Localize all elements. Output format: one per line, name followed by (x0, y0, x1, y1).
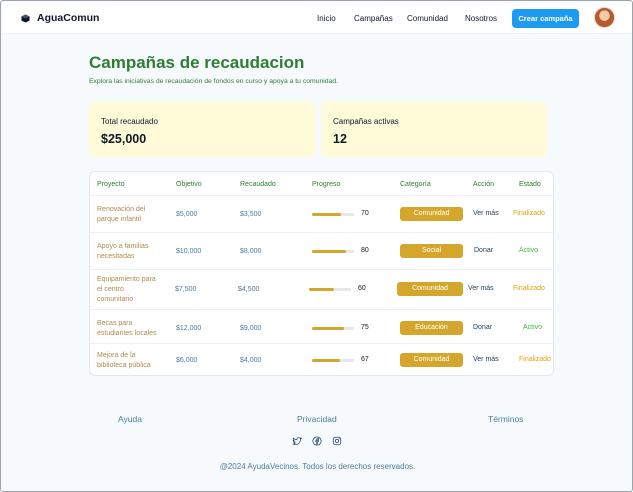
view-more-link[interactable]: Ver más (468, 285, 494, 292)
progress-bar-fill (309, 288, 335, 291)
progress-bar (312, 250, 354, 253)
project-name: Mejora de la biblioteca pública (97, 352, 151, 369)
raised-amount: $4,000 (240, 357, 262, 364)
goal-amount: $7,500 (175, 286, 197, 293)
donate-link[interactable]: Donar (473, 324, 492, 331)
stat-label: Total recaudado (101, 117, 158, 126)
category-badge: Comunidad (397, 282, 463, 296)
table-row: Becas para estudiantes locales $12,000 $9… (90, 309, 553, 346)
raised-amount: $9,000 (240, 325, 262, 332)
copyright-text: @2024 AyudaVecinos. Todos los derechos r… (219, 462, 416, 471)
progress-bar-fill (312, 359, 341, 362)
instagram-icon[interactable] (332, 436, 342, 446)
progress-bar (312, 213, 354, 216)
progress-value: 70 (361, 210, 369, 217)
column-header-goal: Objetivo (176, 181, 202, 188)
progress-value: 80 (361, 247, 369, 254)
raised-amount: $8,000 (240, 248, 262, 255)
nav-link-comunidad[interactable]: Comunidad (407, 14, 448, 23)
cube-icon (21, 13, 30, 23)
project-name: Renovación del parque infantil (97, 206, 146, 223)
column-header-project: Proyecto (97, 181, 125, 188)
status-badge: Finalizado (519, 356, 551, 363)
column-header-raised: Recaudado (240, 181, 276, 188)
stat-value: $25,000 (101, 132, 147, 146)
raised-amount: $4,500 (238, 286, 260, 293)
project-name: Apoyo a familias necesitadas (97, 243, 149, 260)
view-more-link[interactable]: Ver más (473, 356, 499, 363)
brand-logo[interactable]: AguaComun (21, 12, 99, 24)
table-row: Mejora de la biblioteca pública $6,000 $4… (90, 343, 553, 375)
progress-bar (312, 359, 354, 362)
status-badge: Activo (519, 247, 539, 254)
stat-card-total-raised: Total recaudado $25,000 (89, 102, 315, 157)
table-row: Renovación del parque infantil $5,000 $3,… (90, 195, 553, 232)
page-title: Campañas de recaudacion (89, 53, 305, 72)
column-header-status: Estado (519, 181, 541, 188)
nav-link-nosotros[interactable]: Nosotros (465, 14, 497, 23)
project-name: Equipamiento para el centro comunitario (97, 276, 156, 303)
progress-value: 60 (358, 285, 366, 292)
goal-amount: $5,000 (176, 211, 198, 218)
nav-link-inicio[interactable]: Inicio (317, 14, 336, 23)
column-header-progress: Progreso (312, 181, 341, 188)
top-navbar: AguaComun Inicio Campañas Comunidad Noso… (2, 2, 632, 34)
facebook-icon[interactable] (312, 436, 322, 446)
view-more-link[interactable]: Ver más (473, 210, 499, 217)
app-window: AguaComun Inicio Campañas Comunidad Noso… (0, 0, 633, 492)
goal-amount: $10,000 (176, 248, 202, 255)
project-name: Becas para estudiantes locales (97, 320, 157, 337)
brand-name: AguaComun (37, 12, 100, 24)
progress-bar (309, 288, 351, 291)
goal-amount: $12,000 (176, 325, 202, 332)
campaigns-table: Proyecto Objetivo Recaudado Progreso Cat… (89, 171, 554, 376)
nav-link-campanas[interactable]: Campañas (354, 14, 393, 23)
footer-link-help[interactable]: Ayuda (118, 414, 142, 424)
user-avatar[interactable] (594, 7, 615, 28)
create-campaign-button[interactable]: Crear campaña (512, 9, 579, 28)
category-badge: Comunidad (400, 207, 463, 221)
progress-value: 67 (361, 356, 369, 363)
category-badge: Comunidad (400, 353, 463, 367)
progress-bar (312, 327, 354, 330)
category-badge: Educación (400, 321, 463, 335)
column-header-action: Acción (473, 181, 495, 188)
twitter-icon[interactable] (292, 436, 302, 446)
raised-amount: $3,500 (240, 211, 262, 218)
stat-value: 12 (333, 132, 347, 146)
table-row: Equipamiento para el centro comunitario $7… (90, 269, 553, 309)
status-badge: Finalizado (513, 285, 545, 292)
progress-bar-fill (312, 250, 346, 253)
table-row: Apoyo a familias necesitadas $10,000 $8,0… (90, 232, 553, 269)
status-badge: Finalizado (513, 210, 545, 217)
donate-link[interactable]: Donar (474, 247, 493, 254)
stat-card-active-campaigns: Campañas activas 12 (321, 102, 547, 157)
progress-value: 75 (361, 324, 369, 331)
progress-bar-fill (312, 327, 344, 330)
progress-bar-fill (312, 213, 342, 216)
footer-link-privacy[interactable]: Privacidad (297, 414, 337, 424)
goal-amount: $6,000 (176, 357, 198, 364)
column-header-category: Categoría (400, 181, 431, 188)
category-badge: Social (400, 244, 463, 258)
status-badge: Activo (523, 324, 543, 331)
page-subtitle: Explora las iniciativas de recaudación d… (89, 78, 338, 85)
stat-label: Campañas activas (333, 117, 399, 126)
footer-link-terms[interactable]: Términos (488, 414, 523, 424)
